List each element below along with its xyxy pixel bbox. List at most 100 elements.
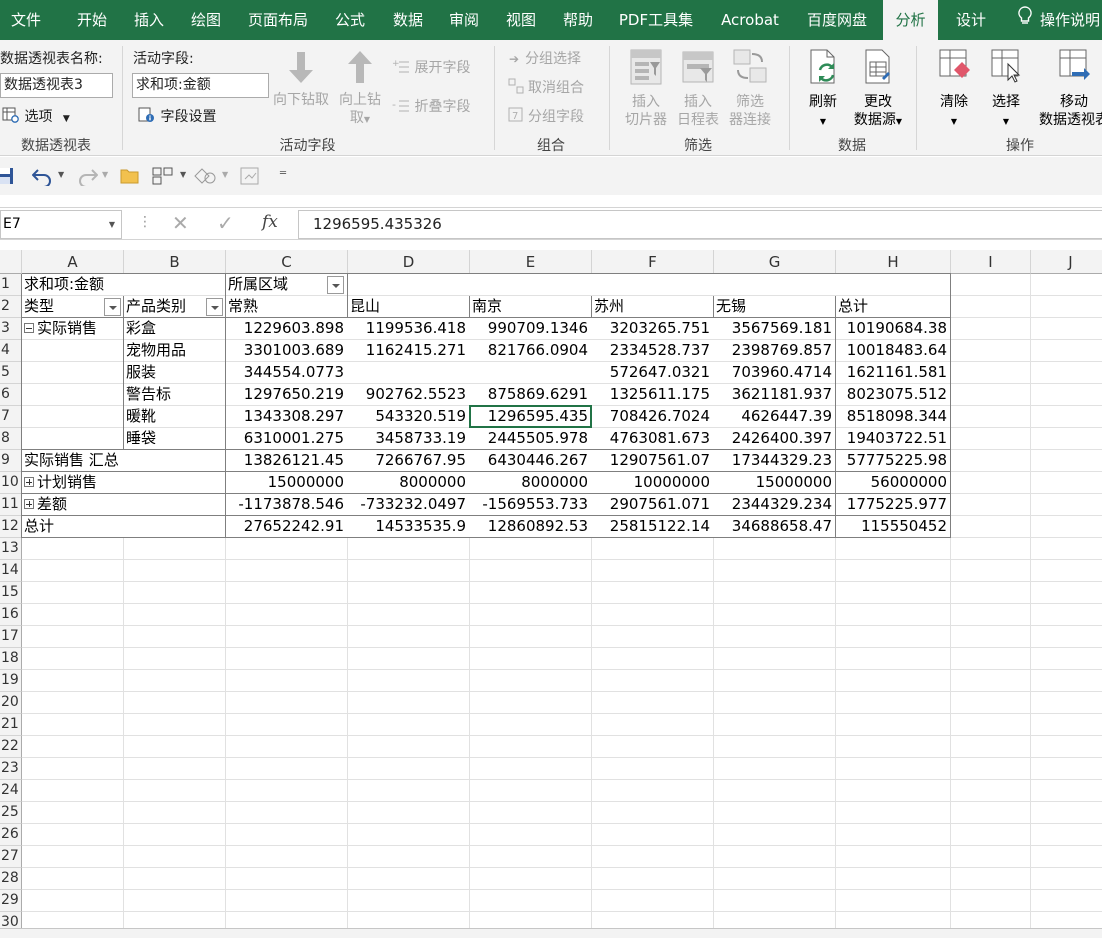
ribbon-tab-12[interactable]: 百度网盘 [796, 0, 878, 40]
refresh-button[interactable]: 刷新 ▼ [800, 48, 846, 131]
group-field-button[interactable]: 7 分组字段 [508, 106, 584, 127]
ribbon-tab-8[interactable]: 视图 [494, 0, 548, 40]
drill-down-button[interactable]: 向下钻取 [271, 50, 331, 109]
collapse-field-button[interactable]: - 折叠字段 [392, 96, 470, 117]
column-header-J[interactable]: J [1031, 250, 1102, 274]
type-filter-dropdown[interactable] [104, 298, 121, 316]
redo-dropdown-icon[interactable]: ▼ [102, 170, 108, 179]
ribbon-tab-10[interactable]: PDF工具集 [608, 0, 704, 40]
ribbon-tab-6[interactable]: 数据 [380, 0, 436, 40]
customize-qat-icon[interactable]: ═ [280, 168, 286, 179]
column-header-C[interactable]: C [226, 250, 348, 274]
formula-input[interactable]: 1296595.435326 [298, 210, 1102, 239]
ungroup-button[interactable]: 取消组合 [508, 77, 584, 98]
row-header-11[interactable]: 11 [0, 494, 22, 516]
cancel-icon[interactable]: ✕ [172, 211, 189, 235]
insert-function-icon[interactable]: fx [262, 212, 278, 232]
chart-icon[interactable] [240, 167, 260, 189]
ribbon-tab-1[interactable]: 开始 [66, 0, 118, 40]
ribbon-tab-14[interactable]: 设计 [942, 0, 1000, 40]
column-header-I[interactable]: I [951, 250, 1031, 274]
undo-dropdown-icon[interactable]: ▼ [58, 170, 64, 179]
name-box-dropdown-icon[interactable]: ▼ [109, 211, 115, 238]
row-header-1[interactable]: 1 [0, 274, 22, 296]
ribbon-tab-13[interactable]: 分析 [883, 0, 938, 40]
row-header-27[interactable]: 27 [0, 846, 22, 868]
row-header-6[interactable]: 6 [0, 384, 22, 406]
pivot-layout-dropdown-icon[interactable]: ▼ [180, 170, 186, 179]
row-header-10[interactable]: 10 [0, 472, 22, 494]
expand-field-button[interactable]: + 展开字段 [392, 57, 470, 78]
ribbon-tab-4[interactable]: 页面布局 [238, 0, 318, 40]
sheet-tab-bar[interactable] [0, 928, 1102, 938]
column-header-G[interactable]: G [714, 250, 836, 274]
row-header-7[interactable]: 7 [0, 406, 22, 428]
row-header-21[interactable]: 21 [0, 714, 22, 736]
row-header-17[interactable]: 17 [0, 626, 22, 648]
clear-button[interactable]: 清除 ▼ [930, 48, 978, 131]
expand-icon[interactable] [24, 498, 34, 509]
active-field-input[interactable]: 求和项:金额 [132, 73, 269, 98]
column-header-E[interactable]: E [470, 250, 592, 274]
undo-icon[interactable] [31, 166, 54, 190]
column-header-F[interactable]: F [592, 250, 714, 274]
row-header-5[interactable]: 5 [0, 362, 22, 384]
row-header-4[interactable]: 4 [0, 340, 22, 362]
ribbon-tab-3[interactable]: 绘图 [178, 0, 234, 40]
ribbon-tab-0[interactable]: 文件 [0, 0, 52, 40]
row-header-19[interactable]: 19 [0, 670, 22, 692]
worksheet-grid[interactable]: ABCDEFGHIJ 1 2 3 4 5 6 7 8 9 10 11 12 13 14 15 16 17 18 19… [0, 250, 1102, 938]
column-filter-dropdown[interactable] [327, 276, 344, 294]
ribbon-tab-9[interactable]: 帮助 [550, 0, 606, 40]
row-header-25[interactable]: 25 [0, 802, 22, 824]
change-data-source-button[interactable]: 更改 数据源▼ [848, 48, 908, 131]
row-header-18[interactable]: 18 [0, 648, 22, 670]
collapse-icon[interactable] [24, 322, 34, 333]
row-header-12[interactable]: 12 [0, 516, 22, 538]
column-header-H[interactable]: H [836, 250, 951, 274]
column-header-A[interactable]: A [22, 250, 124, 274]
open-folder-icon[interactable] [120, 167, 140, 189]
row-header-29[interactable]: 29 [0, 890, 22, 912]
row-header-20[interactable]: 20 [0, 692, 22, 714]
move-pivot-button[interactable]: 移动 数据透视表 [1034, 48, 1102, 129]
save-icon[interactable] [0, 167, 16, 191]
row-header-8[interactable]: 8 [0, 428, 22, 450]
drill-up-button[interactable]: 向上钻 取▼ [334, 50, 386, 129]
ribbon-tab-5[interactable]: 公式 [322, 0, 378, 40]
ribbon-tab-7[interactable]: 审阅 [436, 0, 492, 40]
shapes-dropdown-icon[interactable]: ▼ [222, 170, 228, 179]
row-header-22[interactable]: 22 [0, 736, 22, 758]
row-header-24[interactable]: 24 [0, 780, 22, 802]
tell-me-box[interactable]: 操作说明 [1018, 0, 1100, 40]
row-header-3[interactable]: 3 [0, 318, 22, 340]
row-header-26[interactable]: 26 [0, 824, 22, 846]
name-box[interactable]: E7 ▼ [0, 210, 122, 239]
select-all-corner[interactable] [0, 250, 22, 274]
select-button[interactable]: 选择 ▼ [982, 48, 1030, 131]
row-header-9[interactable]: 9 [0, 450, 22, 472]
pivot-name-input[interactable]: 数据透视表3 [0, 73, 113, 98]
column-header-B[interactable]: B [124, 250, 226, 274]
redo-icon[interactable] [76, 166, 99, 190]
row-header-28[interactable]: 28 [0, 868, 22, 890]
row-header-14[interactable]: 14 [0, 560, 22, 582]
ribbon-tab-11[interactable]: Acrobat [708, 0, 792, 40]
row-header-16[interactable]: 16 [0, 604, 22, 626]
category-filter-dropdown[interactable] [206, 298, 223, 316]
insert-slicer-button[interactable]: 插入 切片器 [620, 48, 672, 129]
filter-connections-button[interactable]: 筛选 器连接 [725, 48, 775, 129]
expand-icon[interactable] [24, 476, 34, 487]
row-header-15[interactable]: 15 [0, 582, 22, 604]
ribbon-tab-2[interactable]: 插入 [122, 0, 176, 40]
row-header-13[interactable]: 13 [0, 538, 22, 560]
row-header-2[interactable]: 2 [0, 296, 22, 318]
pivot-layout-icon[interactable] [152, 167, 174, 189]
insert-timeline-button[interactable]: 插入 日程表 [674, 48, 722, 129]
shapes-icon[interactable] [194, 167, 216, 189]
column-header-D[interactable]: D [348, 250, 470, 274]
field-settings-button[interactable]: 字段设置 [138, 106, 216, 127]
row-header-23[interactable]: 23 [0, 758, 22, 780]
group-selection-button[interactable]: ➔ 分组选择 [509, 48, 581, 68]
options-button[interactable]: 选项 ▼ [2, 106, 70, 127]
